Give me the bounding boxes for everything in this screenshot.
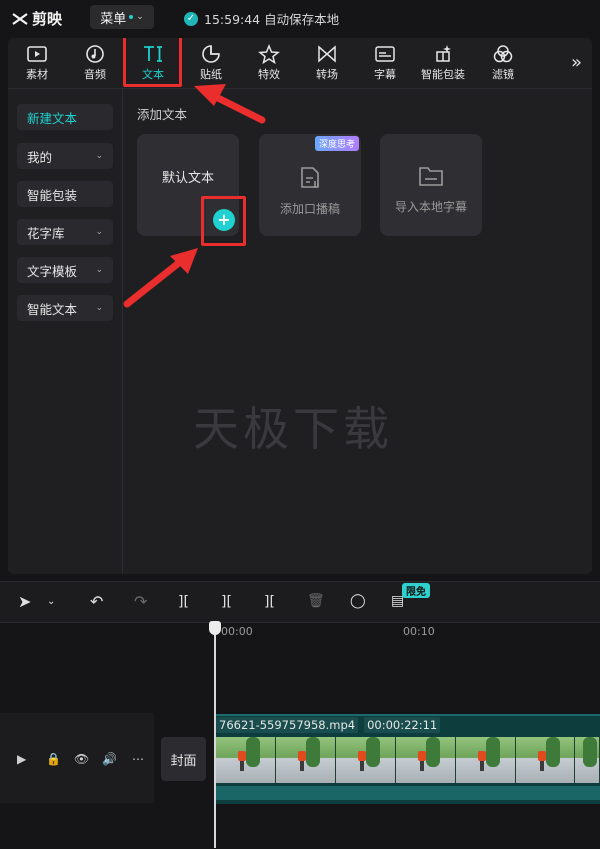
cover-button[interactable]: 封面 [161, 737, 206, 781]
clip-audio-strip [216, 786, 600, 800]
marker-icon[interactable]: ◯ [350, 593, 366, 609]
clip-frame [455, 737, 516, 783]
clip-name: 76621-559757958.mp4 [216, 717, 359, 733]
playhead[interactable] [214, 625, 216, 848]
clip-frame [575, 737, 600, 783]
undo-icon[interactable]: ↶ [90, 592, 103, 611]
more-dots-icon[interactable]: ⋯ [132, 752, 144, 766]
clip-header: 76621-559757958.mp4 00:00:22:11 [216, 716, 441, 734]
clip-frame [216, 737, 276, 783]
track-video-icon[interactable]: ▶ [17, 752, 26, 766]
clip-frame [275, 737, 336, 783]
time-ruler[interactable]: 00:00 00:10 [215, 622, 600, 642]
clip-frame [335, 737, 396, 783]
timeline-toolbar: ➤ ⌄ ↶ ↷ ][ ][ ][ 🗑 ◯ ▤ [0, 581, 600, 622]
trim-right-icon[interactable]: ][ [264, 594, 275, 610]
ruler-label: 00:10 [403, 625, 435, 638]
redo-icon[interactable]: ↷ [134, 592, 147, 611]
clip-frame [395, 737, 456, 783]
split-icon[interactable]: ][ [178, 594, 189, 610]
arrow-to-text-tab [194, 84, 266, 124]
select-cursor-icon[interactable]: ➤ [18, 592, 31, 611]
ruler-label: 00:00 [221, 625, 253, 638]
eye-icon[interactable]: 👁 [74, 752, 89, 766]
clip-frame [515, 737, 576, 783]
playhead-handle[interactable] [209, 621, 221, 635]
lock-icon[interactable]: 🔒 [46, 752, 61, 766]
clip-duration: 00:00:22:11 [364, 717, 441, 733]
limited-free-badge: 限免 [402, 583, 430, 598]
clip-thumbnails [216, 737, 600, 783]
trim-left-icon[interactable]: ][ [221, 594, 232, 610]
arrow-to-add-button [123, 248, 198, 308]
chevron-down-icon[interactable]: ⌄ [47, 596, 55, 607]
speaker-icon[interactable]: 🔊 [102, 752, 117, 766]
delete-icon[interactable]: 🗑 [307, 593, 325, 609]
